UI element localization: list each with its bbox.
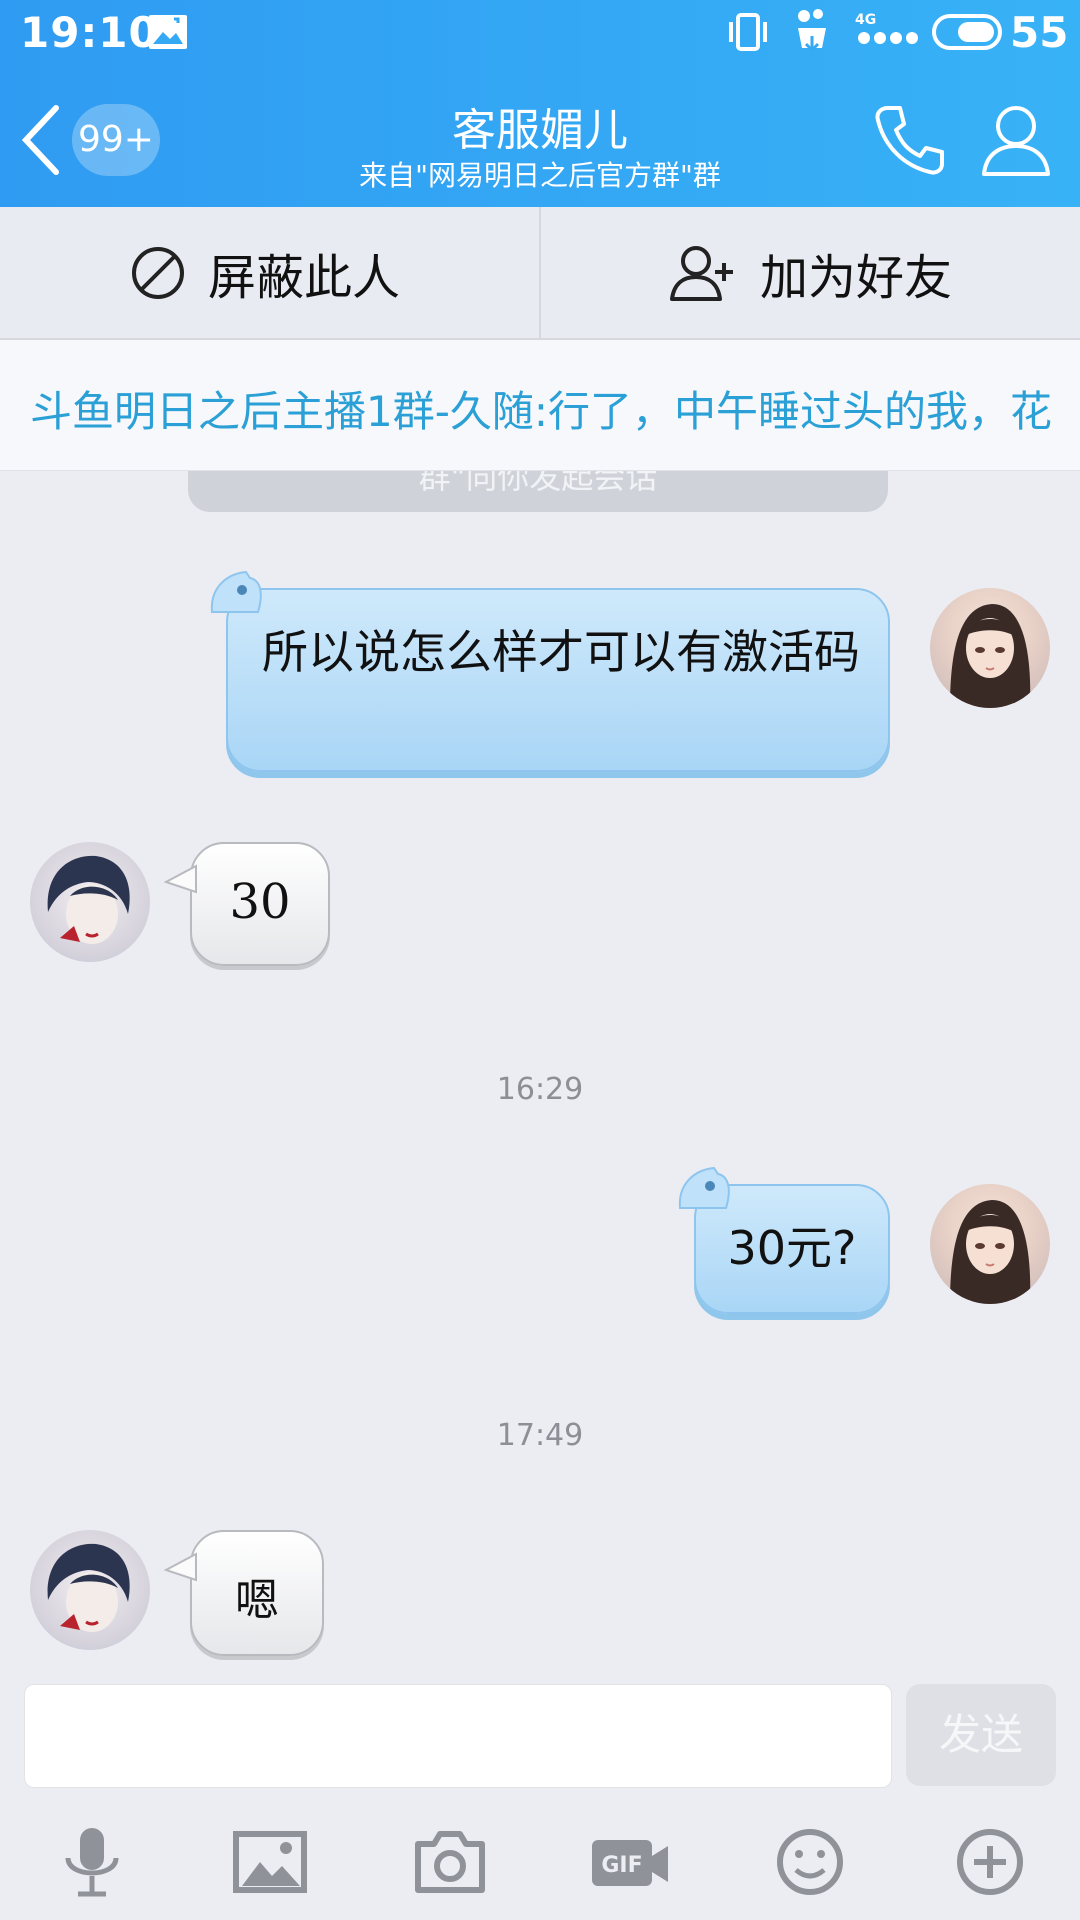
message-timestamp: 17:49 [496, 1418, 584, 1453]
announcement-text: 斗鱼明日之后主播1群-久随:行了，中午睡过头的我，花 [30, 387, 1053, 436]
girl-avatar-icon [950, 1200, 1031, 1304]
signal-icon [858, 32, 918, 44]
bubble-ear-icon [210, 570, 262, 613]
battery-icon [932, 14, 1002, 50]
contact-avatar[interactable] [30, 842, 150, 962]
boy-avatar-icon [47, 1543, 130, 1632]
message-text: 所以说怎么样才可以有激活码 [262, 625, 860, 679]
action-divider [539, 207, 541, 338]
block-user-label: 屏蔽此人 [208, 249, 401, 306]
gif-icon[interactable]: GIF [590, 1826, 672, 1898]
add-friend-icon [670, 245, 733, 301]
app-notification-icon [798, 9, 826, 53]
phone-icon[interactable] [870, 100, 950, 180]
my-message-bubble[interactable]: 所以说怎么样才可以有激活码 [210, 570, 890, 772]
plus-icon[interactable] [952, 1826, 1028, 1898]
my-avatar[interactable] [930, 1184, 1050, 1304]
svg-text:GIF: GIF [601, 1853, 642, 1878]
my-avatar[interactable] [930, 588, 1050, 708]
add-friend-button[interactable]: 加为好友 [668, 207, 952, 338]
message-text: 30元? [727, 1221, 857, 1275]
contact-avatar[interactable] [30, 1530, 150, 1650]
status-bar: 19:10 4G 55 [0, 0, 1080, 66]
girl-avatar-icon [950, 604, 1031, 708]
contact-message-bubble[interactable]: 30 [164, 842, 330, 966]
block-user-button[interactable]: 屏蔽此人 [130, 207, 400, 338]
message-text: 30 [229, 874, 291, 930]
add-friend-label: 加为好友 [760, 249, 953, 306]
boy-avatar-icon [47, 855, 130, 944]
stranger-action-bar: 屏蔽此人 加为好友 [0, 207, 1080, 340]
microphone-icon[interactable] [54, 1826, 130, 1898]
emoji-icon[interactable] [772, 1826, 848, 1898]
profile-icon[interactable] [978, 102, 1054, 178]
picture-notification-icon [149, 15, 187, 49]
battery-level: 55 [1010, 8, 1069, 57]
block-icon [132, 246, 184, 299]
group-announcement-banner[interactable]: 斗鱼明日之后主播1群-久随:行了，中午睡过头的我，花 [0, 340, 1080, 471]
top-bar: 19:10 4G 55 99+ 客服媚儿 来自"网易明日之后官方群"群 [0, 0, 1080, 207]
send-button[interactable]: 发送 [906, 1684, 1056, 1786]
message-input[interactable] [24, 1684, 892, 1788]
message-timestamp: 16:29 [496, 1072, 584, 1107]
image-icon[interactable] [232, 1826, 308, 1898]
my-message-bubble[interactable]: 30元? [678, 1166, 890, 1314]
contact-message-bubble[interactable]: 嗯 [164, 1530, 324, 1656]
message-text: 嗯 [235, 1575, 279, 1626]
camera-icon[interactable] [412, 1826, 488, 1898]
status-time: 19:10 [20, 8, 159, 57]
bubble-ear-icon [678, 1166, 730, 1209]
vibrate-icon [729, 13, 767, 51]
